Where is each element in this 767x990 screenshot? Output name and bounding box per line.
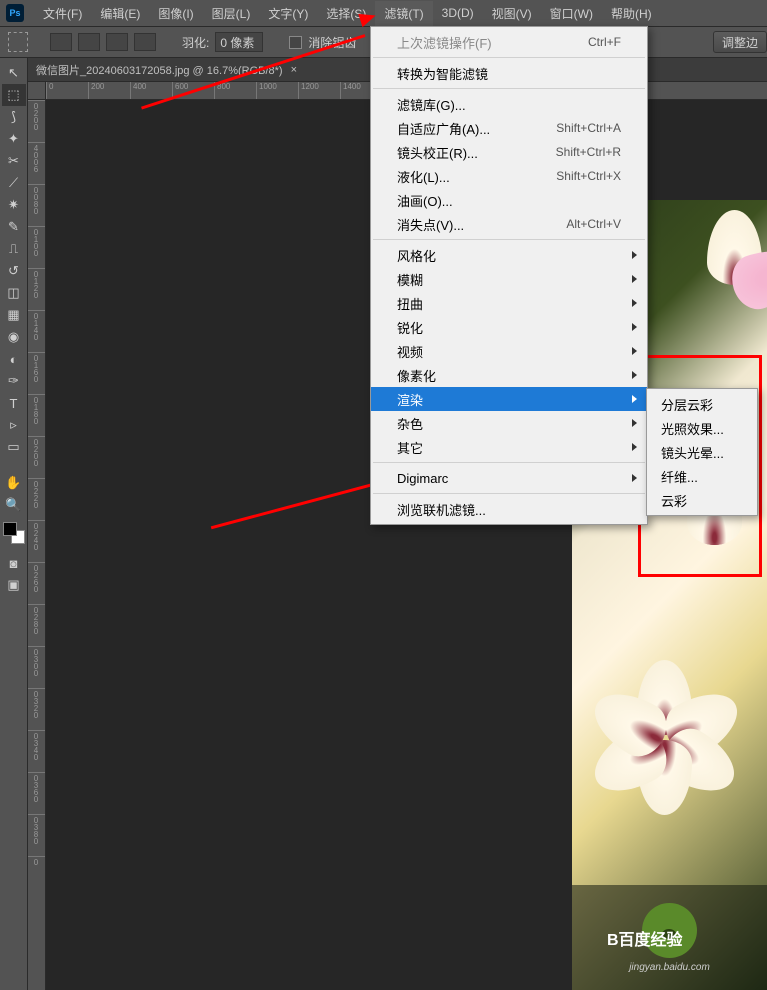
lasso-tool-icon[interactable]: ⟆ xyxy=(2,106,26,128)
eraser-tool-icon[interactable]: ◫ xyxy=(2,282,26,304)
path-tool-icon[interactable]: ▹ xyxy=(2,414,26,436)
menu-help[interactable]: 帮助(H) xyxy=(602,1,661,26)
menu-pixelate[interactable]: 像素化 xyxy=(371,363,647,387)
filter-dropdown-menu: 上次滤镜操作(F) Ctrl+F 转换为智能滤镜 滤镜库(G)... 自适应广角… xyxy=(370,26,648,525)
feather-label: 羽化: xyxy=(182,34,209,51)
marquee-tool-icon[interactable]: ⬚ xyxy=(2,84,26,106)
menu-filter[interactable]: 滤镜(T) xyxy=(375,1,432,26)
type-tool-icon[interactable]: T xyxy=(2,392,26,414)
watermark: B百度经验 jingyan.baidu.com xyxy=(572,885,767,990)
selection-subtract-icon[interactable] xyxy=(106,33,128,51)
menu-edit[interactable]: 编辑(E) xyxy=(91,1,149,26)
brush-tool-icon[interactable]: ✎ xyxy=(2,216,26,238)
toolbox: ↖ ⬚ ⟆ ✦ ✂ ⟋ ✷ ✎ ⎍ ↺ ◫ ▦ ◉ ◐ ✑ T ▹ ▭ ✋ 🔍 … xyxy=(0,58,28,990)
selection-intersect-icon[interactable] xyxy=(134,33,156,51)
refine-edge-button[interactable]: 调整边 xyxy=(713,31,767,53)
pen-tool-icon[interactable]: ✑ xyxy=(2,370,26,392)
watermark-brand: B百度经验 xyxy=(607,926,683,950)
zoom-tool-icon[interactable]: 🔍 xyxy=(2,494,26,516)
feather-input[interactable] xyxy=(215,32,263,52)
shape-tool-icon[interactable]: ▭ xyxy=(2,436,26,458)
menu-convert-smart[interactable]: 转换为智能滤镜 xyxy=(371,61,647,85)
menu-type[interactable]: 文字(Y) xyxy=(259,1,317,26)
submenu-difference-clouds[interactable]: 分层云彩 xyxy=(647,392,757,416)
submenu-lens-flare[interactable]: 镜头光晕... xyxy=(647,440,757,464)
menu-adaptive-wide[interactable]: 自适应广角(A)... Shift+Ctrl+A xyxy=(371,116,647,140)
submenu-clouds[interactable]: 云彩 xyxy=(647,488,757,512)
menu-oil-paint[interactable]: 油画(O)... xyxy=(371,188,647,212)
ruler-corner xyxy=(28,82,46,100)
menu-image[interactable]: 图像(I) xyxy=(149,1,202,26)
color-swatch[interactable] xyxy=(3,522,25,544)
move-tool-icon[interactable]: ↖ xyxy=(2,62,26,84)
menu-noise[interactable]: 杂色 xyxy=(371,411,647,435)
render-submenu: 分层云彩 光照效果... 镜头光晕... 纤维... 云彩 xyxy=(646,388,758,516)
antialias-label: 消除锯齿 xyxy=(308,34,356,51)
history-brush-icon[interactable]: ↺ xyxy=(2,260,26,282)
dodge-tool-icon[interactable]: ◐ xyxy=(2,348,26,370)
quickmask-icon[interactable]: ◙ xyxy=(2,552,26,574)
wand-tool-icon[interactable]: ✦ xyxy=(2,128,26,150)
eyedropper-tool-icon[interactable]: ⟋ xyxy=(2,172,26,194)
menu-view[interactable]: 视图(V) xyxy=(483,1,541,26)
menu-last-filter[interactable]: 上次滤镜操作(F) Ctrl+F xyxy=(371,30,647,54)
submenu-lighting-effects[interactable]: 光照效果... xyxy=(647,416,757,440)
healing-tool-icon[interactable]: ✷ xyxy=(2,194,26,216)
menu-bar: Ps 文件(F) 编辑(E) 图像(I) 图层(L) 文字(Y) 选择(S) 滤… xyxy=(0,0,767,26)
menu-other[interactable]: 其它 xyxy=(371,435,647,459)
menu-window[interactable]: 窗口(W) xyxy=(541,1,602,26)
menu-browse-online[interactable]: 浏览联机滤镜... xyxy=(371,497,647,521)
menu-digimarc[interactable]: Digimarc xyxy=(371,466,647,490)
foreground-color[interactable] xyxy=(3,522,17,536)
menu-blur[interactable]: 模糊 xyxy=(371,267,647,291)
gradient-tool-icon[interactable]: ▦ xyxy=(2,304,26,326)
menu-liquify[interactable]: 液化(L)... Shift+Ctrl+X xyxy=(371,164,647,188)
menu-select[interactable]: 选择(S) xyxy=(317,1,375,26)
watermark-url: jingyan.baidu.com xyxy=(629,962,710,973)
selection-new-icon[interactable] xyxy=(50,33,72,51)
menu-layer[interactable]: 图层(L) xyxy=(203,1,260,26)
hand-tool-icon[interactable]: ✋ xyxy=(2,472,26,494)
menu-distort[interactable]: 扭曲 xyxy=(371,291,647,315)
marquee-tool-icon[interactable] xyxy=(8,32,28,52)
menu-vanishing-point[interactable]: 消失点(V)... Alt+Ctrl+V xyxy=(371,212,647,236)
menu-render[interactable]: 渲染 xyxy=(371,387,647,411)
menu-file[interactable]: 文件(F) xyxy=(34,1,91,26)
document-tab-label: 微信图片_20240603172058.jpg @ 16.7%(RGB/8*) xyxy=(36,62,283,78)
screenmode-icon[interactable]: ▣ xyxy=(2,574,26,596)
submenu-fibers[interactable]: 纤维... xyxy=(647,464,757,488)
ps-logo-icon[interactable]: Ps xyxy=(6,4,24,22)
ruler-vertical[interactable]: 0200400600800100012001400160018002000220… xyxy=(28,100,46,990)
menu-video[interactable]: 视频 xyxy=(371,339,647,363)
menu-sharpen[interactable]: 锐化 xyxy=(371,315,647,339)
menu-filter-gallery[interactable]: 滤镜库(G)... xyxy=(371,92,647,116)
antialias-checkbox[interactable] xyxy=(289,36,302,49)
tab-close-icon[interactable]: × xyxy=(291,64,297,76)
crop-tool-icon[interactable]: ✂ xyxy=(2,150,26,172)
menu-stylize[interactable]: 风格化 xyxy=(371,243,647,267)
stamp-tool-icon[interactable]: ⎍ xyxy=(2,238,26,260)
blur-tool-icon[interactable]: ◉ xyxy=(2,326,26,348)
menu-3d[interactable]: 3D(D) xyxy=(433,2,483,24)
selection-add-icon[interactable] xyxy=(78,33,100,51)
menu-lens-correction[interactable]: 镜头校正(R)... Shift+Ctrl+R xyxy=(371,140,647,164)
